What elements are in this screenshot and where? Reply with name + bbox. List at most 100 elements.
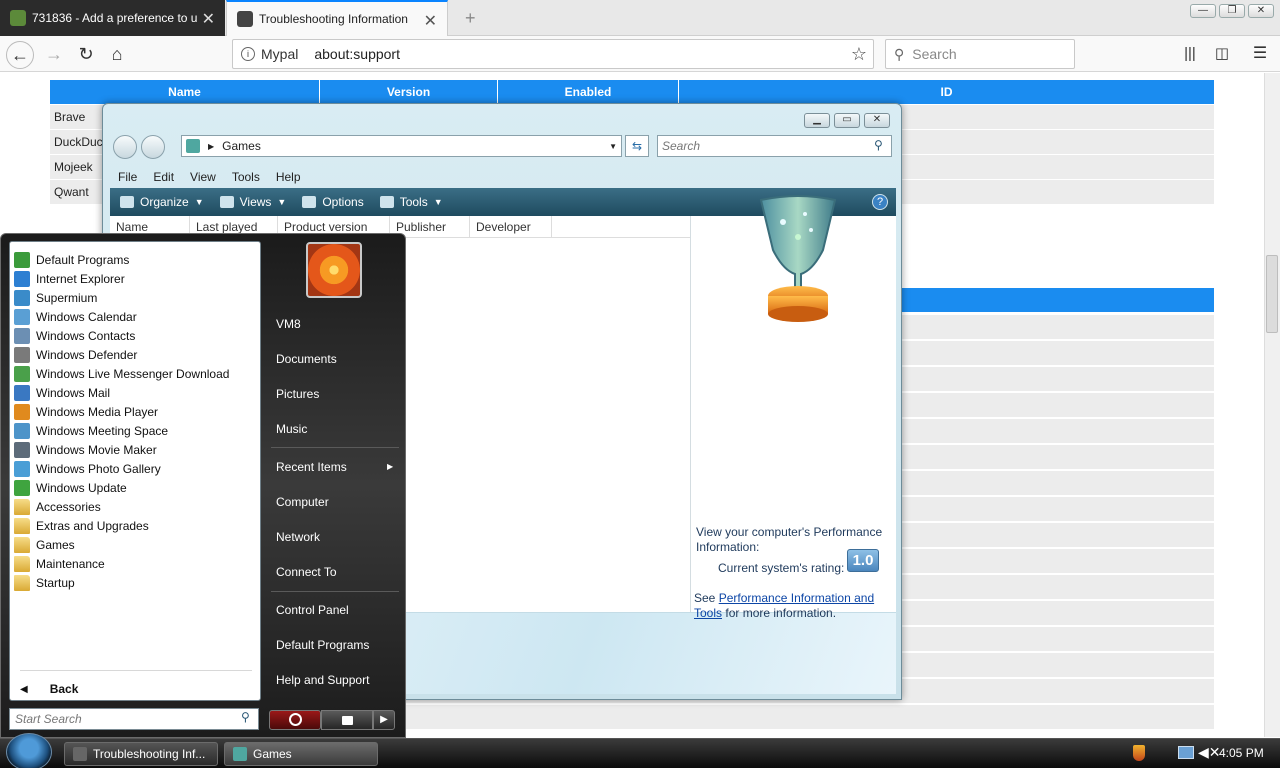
restore-button[interactable]: ❐ [1219, 4, 1245, 18]
user-name[interactable]: VM8 [276, 317, 301, 331]
program-item[interactable]: Internet Explorer [14, 269, 125, 288]
program-item[interactable]: Windows Photo Gallery [14, 459, 161, 478]
link-recent-items[interactable]: Recent Items [276, 460, 347, 474]
tools-button[interactable]: Tools ▼ [379, 195, 443, 209]
start-search-input[interactable]: Start Search [9, 708, 259, 730]
program-item[interactable]: Windows Defender [14, 345, 137, 364]
options-icon [302, 196, 317, 208]
program-item[interactable]: Startup [14, 573, 75, 592]
menu-edit[interactable]: Edit [153, 170, 174, 184]
program-item[interactable]: Maintenance [14, 554, 105, 573]
close-tab-icon[interactable]: ✕ [202, 9, 215, 29]
organize-button[interactable]: Organize ▼ [120, 195, 204, 209]
tools-label: Tools [399, 195, 428, 209]
sidebar-icon[interactable]: ◫ [1208, 41, 1236, 69]
url-text[interactable]: about:support [314, 46, 400, 62]
lock-icon [342, 716, 353, 725]
search-input[interactable]: ⚲ Search [885, 39, 1075, 69]
minimize-button[interactable]: — [1190, 4, 1216, 18]
menu-file[interactable]: File [118, 170, 137, 184]
refresh-icon[interactable]: ⇆ [625, 135, 649, 157]
perf-tools-note: See Performance Information and Tools fo… [694, 591, 894, 621]
back-button[interactable]: ◀ Back [20, 682, 78, 696]
program-item[interactable]: Supermium [14, 288, 97, 307]
program-item[interactable]: Windows Mail [14, 383, 110, 402]
program-item[interactable]: Windows Live Messenger Download [14, 364, 229, 383]
games-search-input[interactable]: Search [657, 135, 892, 157]
network-icon[interactable] [1178, 746, 1194, 759]
program-item[interactable]: Windows Meeting Space [14, 421, 168, 440]
taskbar-troubleshooting[interactable]: Troubleshooting Inf... [64, 742, 218, 766]
program-label: Windows Calendar [36, 309, 137, 324]
folder-icon [14, 498, 30, 515]
back-button[interactable] [113, 135, 137, 159]
address-dropdown-icon[interactable]: ▼ [609, 142, 617, 151]
program-label: Windows Movie Maker [36, 442, 157, 457]
program-item[interactable]: Windows Calendar [14, 307, 137, 326]
scrollbar-thumb[interactable] [1266, 255, 1278, 333]
close-button[interactable]: ✕ [1248, 4, 1274, 18]
program-item[interactable]: Windows Movie Maker [14, 440, 157, 459]
reload-icon[interactable]: ↻ [72, 41, 100, 69]
info-icon[interactable]: i [241, 47, 255, 61]
power-button[interactable] [269, 710, 321, 730]
shutdown-options-button[interactable]: ▶ [373, 710, 395, 730]
library-icon[interactable]: ||| [1176, 41, 1204, 69]
new-tab-button[interactable]: + [455, 0, 479, 36]
options-button[interactable]: Options [302, 195, 364, 209]
chevron-down-icon: ▼ [277, 197, 287, 207]
security-shield-icon[interactable] [1133, 745, 1145, 761]
bookmark-star-icon[interactable]: ☆ [851, 44, 867, 65]
program-item[interactable]: Windows Update [14, 478, 127, 497]
games-minimize-button[interactable]: ▁ [804, 113, 830, 128]
link-help-support[interactable]: Help and Support [276, 673, 369, 687]
menu-icon[interactable]: ☰ [1246, 41, 1274, 69]
link-control-panel[interactable]: Control Panel [276, 603, 349, 617]
link-music[interactable]: Music [276, 422, 307, 436]
views-button[interactable]: Views ▼ [219, 195, 287, 209]
url-bar[interactable]: i Mypal about:support ☆ [232, 39, 874, 69]
link-default-programs[interactable]: Default Programs [276, 638, 369, 652]
program-item[interactable]: Accessories [14, 497, 101, 516]
rating-badge[interactable]: 1.0 [847, 549, 879, 572]
volume-muted-icon[interactable]: ◀✕ [1198, 744, 1221, 761]
program-item[interactable]: Games [14, 535, 75, 554]
site-identity: Mypal [261, 46, 299, 62]
program-item[interactable]: Default Programs [14, 250, 129, 269]
menu-view[interactable]: View [190, 170, 216, 184]
program-item[interactable]: Windows Media Player [14, 402, 158, 421]
taskbar-games[interactable]: Games [224, 742, 378, 766]
link-documents[interactable]: Documents [276, 352, 337, 366]
link-pictures[interactable]: Pictures [276, 387, 319, 401]
clock[interactable]: 4:05 PM [1219, 746, 1264, 760]
forward-arrow-icon[interactable]: → [40, 41, 68, 69]
games-maximize-button[interactable]: ▭ [834, 113, 860, 128]
tab-bugzilla[interactable]: 731836 - Add a preference to u ✕ [0, 0, 225, 36]
help-icon[interactable]: ? [872, 194, 888, 210]
forward-button[interactable] [141, 135, 165, 159]
close-tab-icon[interactable]: ✕ [424, 11, 437, 31]
tab-troubleshooting[interactable]: Troubleshooting Information ✕ [226, 0, 448, 36]
link-computer[interactable]: Computer [276, 495, 329, 509]
user-avatar[interactable] [306, 242, 362, 298]
column-developer[interactable]: Developer [470, 216, 552, 237]
breadcrumb[interactable]: Games [222, 139, 261, 153]
default-programs-icon [14, 251, 30, 268]
games-close-button[interactable]: ✕ [864, 113, 890, 128]
page-scrollbar[interactable] [1264, 73, 1280, 737]
start-orb[interactable] [6, 733, 52, 768]
home-icon[interactable]: ⌂ [103, 41, 131, 69]
games-address-bar[interactable]: ▶ Games ▼ [181, 135, 622, 157]
menu-help[interactable]: Help [276, 170, 301, 184]
lock-button[interactable] [321, 710, 373, 730]
rating-label: Current system's rating: [718, 561, 845, 575]
link-connect-to[interactable]: Connect To [276, 565, 337, 579]
menu-tools[interactable]: Tools [232, 170, 260, 184]
details-divider [690, 216, 691, 612]
program-item[interactable]: Extras and Upgrades [14, 516, 149, 535]
program-item[interactable]: Windows Contacts [14, 326, 135, 345]
program-label: Default Programs [36, 252, 130, 267]
back-arrow-icon[interactable]: ← [6, 41, 34, 69]
contacts-icon [14, 327, 30, 344]
link-network[interactable]: Network [276, 530, 320, 544]
